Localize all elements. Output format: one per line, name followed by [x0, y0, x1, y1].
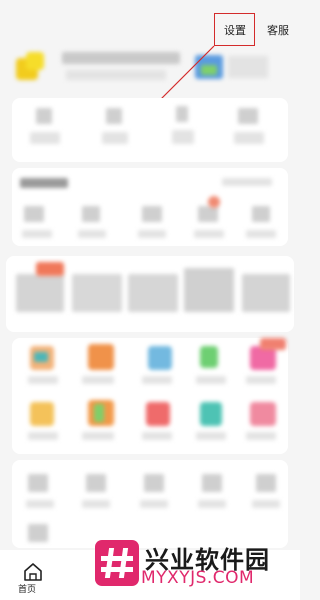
order-label — [194, 230, 224, 238]
order-icon[interactable] — [142, 206, 162, 222]
order-icon[interactable] — [252, 206, 270, 222]
order-badge — [208, 196, 220, 208]
order-label — [78, 230, 106, 238]
tool-label — [142, 376, 172, 384]
watermark-logo — [95, 540, 139, 586]
promo-card — [6, 256, 294, 332]
more-item-label — [26, 500, 54, 508]
tool-label — [196, 432, 226, 440]
section-more-link[interactable] — [222, 178, 272, 186]
tool-label — [196, 376, 226, 384]
tool-label — [142, 432, 172, 440]
stat-label — [234, 132, 264, 144]
more-item-icon[interactable] — [86, 474, 106, 492]
stat-value — [176, 106, 188, 122]
promo-item[interactable] — [128, 274, 178, 312]
tool-icon[interactable] — [146, 402, 170, 426]
order-label — [138, 230, 166, 238]
order-label — [22, 230, 52, 238]
promo-item[interactable] — [16, 274, 64, 312]
stats-card — [12, 98, 288, 162]
tool-label — [246, 432, 276, 440]
stat-value — [106, 108, 122, 124]
promo-item[interactable] — [242, 274, 290, 312]
tool-icon[interactable] — [148, 346, 172, 370]
tool-icon[interactable] — [200, 402, 222, 426]
stat-value — [36, 108, 52, 124]
stat-value — [238, 108, 258, 124]
tool-icon[interactable] — [88, 344, 114, 370]
order-label — [246, 230, 276, 238]
more-item-icon[interactable] — [202, 474, 222, 492]
promo-tag — [36, 262, 64, 276]
section-title — [20, 178, 68, 188]
stat-label — [102, 132, 128, 144]
more-item-label — [252, 500, 280, 508]
nav-home-label[interactable]: 首页 — [18, 582, 36, 595]
more-card — [12, 460, 288, 548]
tool-icon-overlay — [34, 352, 48, 362]
tool-icon[interactable] — [30, 402, 54, 426]
tool-label — [82, 432, 114, 440]
more-item-label — [140, 500, 168, 508]
stat-label — [172, 130, 194, 144]
stat-label — [30, 132, 60, 144]
tools-card — [12, 338, 288, 454]
more-item-icon[interactable] — [144, 474, 164, 492]
promo-item[interactable] — [184, 268, 234, 312]
home-icon[interactable] — [22, 562, 44, 582]
watermark-url: MYXYJS.COM — [141, 568, 255, 588]
more-item-icon[interactable] — [256, 474, 276, 492]
more-item-label — [198, 500, 226, 508]
tool-badge — [260, 338, 286, 350]
more-item-icon[interactable] — [28, 474, 48, 492]
order-icon[interactable] — [82, 206, 100, 222]
tool-icon[interactable] — [250, 402, 276, 426]
order-icon[interactable] — [24, 206, 44, 222]
tool-label — [28, 376, 58, 384]
tool-icon[interactable] — [200, 346, 218, 368]
tool-label — [28, 432, 58, 440]
tool-icon-overlay — [94, 404, 104, 422]
promo-item[interactable] — [72, 274, 122, 312]
more-item-icon[interactable] — [28, 524, 48, 542]
tool-label — [82, 376, 114, 384]
more-item-label — [82, 500, 110, 508]
order-icon[interactable] — [198, 206, 218, 222]
orders-card — [12, 168, 288, 246]
tool-label — [246, 376, 276, 384]
